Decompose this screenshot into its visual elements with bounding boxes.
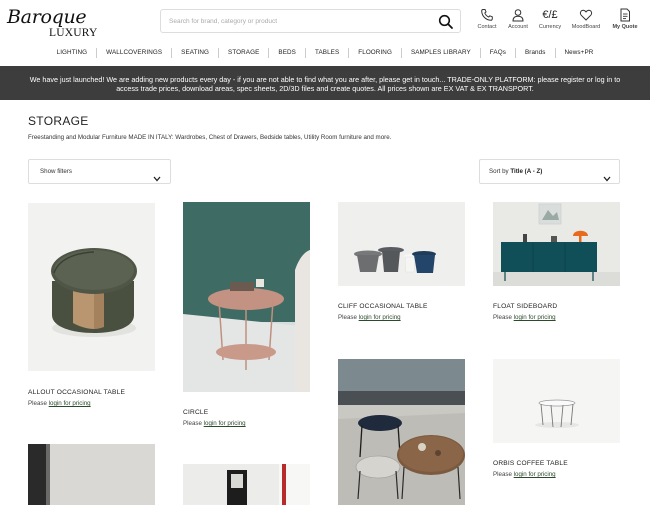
header: Baroque LUXURY Contact Account €/£ Curre…	[0, 0, 650, 42]
chevron-down-icon	[603, 169, 611, 182]
search-box	[160, 9, 461, 33]
quote-icon	[605, 8, 645, 23]
logo[interactable]: Baroque LUXURY	[7, 6, 103, 42]
product-price: Please login for pricing	[28, 400, 91, 407]
nav-item-news-pr[interactable]: News+PR	[554, 48, 603, 58]
product-price: Please login for pricing	[493, 471, 556, 478]
product-image[interactable]	[183, 202, 310, 392]
login-for-pricing-link[interactable]: login for pricing	[514, 314, 556, 321]
product-card[interactable]: CLIFF OCCASIONAL TABLE Please login for …	[338, 202, 465, 322]
product-image[interactable]	[338, 202, 465, 286]
sort-prefix: Sort by	[489, 168, 509, 175]
sort-value: Title (A - Z)	[510, 168, 543, 175]
price-prefix: Please	[493, 314, 512, 321]
product-card[interactable]	[338, 359, 465, 505]
search-input[interactable]	[169, 14, 429, 29]
sort-select[interactable]: Sort by Title (A - Z)	[479, 159, 620, 184]
logo-sub-text: LUXURY	[49, 27, 98, 39]
price-prefix: Please	[493, 471, 512, 478]
product-name[interactable]: ORBIS COFFEE TABLE	[493, 460, 568, 467]
sort-label: Sort by Title (A - Z)	[489, 168, 542, 175]
product-price: Please login for pricing	[493, 314, 556, 321]
product-image[interactable]	[183, 464, 310, 505]
login-for-pricing-link[interactable]: login for pricing	[49, 400, 91, 407]
nav-item-storage[interactable]: STORAGE	[218, 48, 268, 58]
product-name[interactable]: CLIFF OCCASIONAL TABLE	[338, 303, 428, 310]
product-image[interactable]	[493, 202, 620, 286]
product-name[interactable]: CIRCLE	[183, 409, 208, 416]
nav-item-flooring[interactable]: FLOORING	[348, 48, 401, 58]
product-card[interactable]: ORBIS COFFEE TABLE Please login for pric…	[493, 359, 620, 484]
nav-item-wallcoverings[interactable]: WALLCOVERINGS	[96, 48, 171, 58]
nav-item-beds[interactable]: BEDS	[268, 48, 305, 58]
product-card[interactable]: CIRCLE Please login for pricing	[183, 202, 310, 428]
product-card[interactable]	[183, 464, 310, 505]
product-card[interactable]: FLOAT SIDEBOARD Please login for pricing	[493, 202, 620, 322]
price-prefix: Please	[28, 400, 47, 407]
page-title: STORAGE	[28, 114, 89, 128]
moodboard-label: MoodBoard	[571, 24, 601, 30]
my-quote-button[interactable]: My Quote	[605, 8, 645, 36]
nav-item-samples-library[interactable]: SAMPLES LIBRARY	[400, 48, 480, 58]
nav-item-brands[interactable]: Brands	[514, 48, 555, 58]
product-image[interactable]	[28, 203, 155, 371]
moodboard-button[interactable]: MoodBoard	[566, 8, 606, 36]
product-price: Please login for pricing	[183, 420, 246, 427]
product-card[interactable]	[28, 444, 155, 505]
my-quote-label: My Quote	[612, 24, 638, 30]
currency-icon: €/£	[542, 9, 558, 21]
logo-script-text: Baroque	[7, 6, 87, 28]
nav-item-faqs[interactable]: FAQs	[479, 48, 515, 58]
nav-item-seating[interactable]: SEATING	[171, 48, 218, 58]
product-image[interactable]	[338, 359, 465, 505]
currency-button[interactable]: €/£ Currency	[530, 8, 570, 36]
product-price: Please login for pricing	[338, 314, 401, 321]
product-name[interactable]: ALLOUT OCCASIONAL TABLE	[28, 389, 125, 396]
heart-icon	[566, 8, 606, 23]
login-for-pricing-link[interactable]: login for pricing	[204, 420, 246, 427]
main-nav: LIGHTING WALLCOVERINGS SEATING STORAGE B…	[0, 44, 650, 62]
product-name[interactable]: FLOAT SIDEBOARD	[493, 303, 557, 310]
product-image[interactable]	[28, 444, 155, 505]
show-filters-label: Show filters	[40, 168, 72, 175]
page-description: Freestanding and Modular Furniture MADE …	[28, 134, 392, 141]
login-for-pricing-link[interactable]: login for pricing	[359, 314, 401, 321]
chevron-down-icon	[153, 169, 161, 182]
search-icon[interactable]	[438, 14, 454, 30]
login-for-pricing-link[interactable]: login for pricing	[514, 471, 556, 478]
nav-item-tables[interactable]: TABLES	[304, 48, 348, 58]
price-prefix: Please	[338, 314, 357, 321]
product-card[interactable]: ALLOUT OCCASIONAL TABLE Please login for…	[28, 203, 155, 408]
product-image[interactable]	[493, 359, 620, 443]
nav-item-lighting[interactable]: LIGHTING	[48, 48, 97, 58]
show-filters-button[interactable]: Show filters	[28, 159, 171, 184]
currency-label: Currency	[538, 24, 562, 30]
announcement-banner: We have just launched! We are adding new…	[0, 66, 650, 100]
price-prefix: Please	[183, 420, 202, 427]
